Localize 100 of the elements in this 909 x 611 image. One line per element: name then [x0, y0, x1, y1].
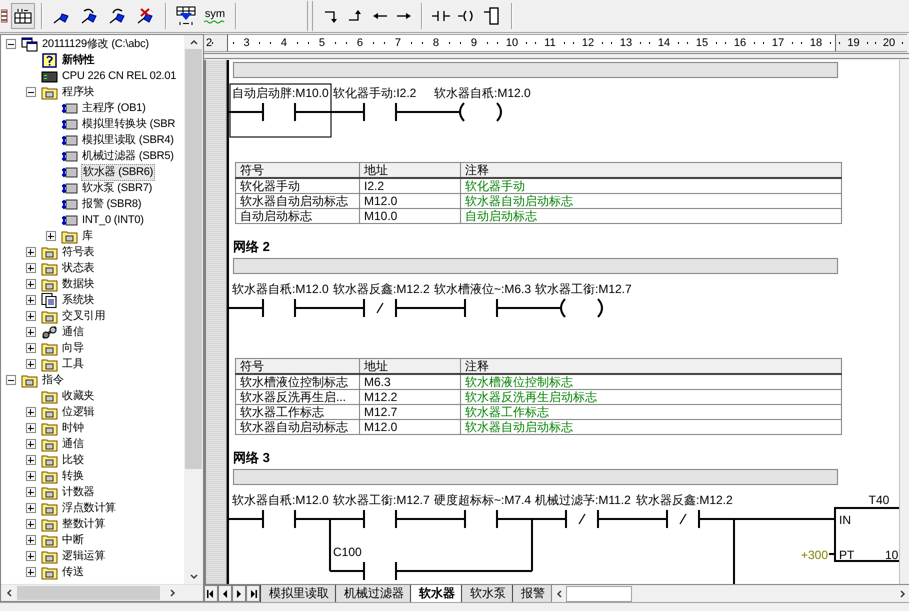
expand-toggle[interactable] [26, 407, 36, 417]
vertical-scrollbar[interactable] [899, 60, 909, 584]
rung-wire [829, 553, 835, 555]
next-sheet-button[interactable] [232, 585, 246, 602]
block-icon [61, 196, 78, 212]
tree-item[interactable]: 20111129修改 (C:\abc) [41, 36, 150, 52]
tree-item[interactable]: 整数计算 [61, 516, 106, 532]
ruler-number: 14 [658, 37, 670, 49]
toolbar-button[interactable] [11, 3, 35, 29]
tree-item[interactable]: 机械过滤器 (SBR5) [81, 148, 175, 164]
previous-sheet-button[interactable] [218, 585, 232, 602]
tree-item[interactable]: 程序块 [61, 84, 96, 100]
expand-toggle[interactable] [26, 551, 36, 561]
expand-toggle[interactable] [46, 231, 56, 241]
tree-item[interactable]: 比较 [61, 452, 85, 468]
table-cell: 软化器手动 [460, 178, 842, 194]
tree-item[interactable]: 软水器 (SBR6) [81, 164, 156, 180]
timer-box[interactable] [834, 507, 899, 562]
expand-toggle[interactable] [26, 247, 36, 257]
tree-item[interactable]: 通信 [61, 324, 85, 340]
plug-icon [41, 324, 58, 340]
tree-item[interactable]: 模拟里读取 (SBR4) [81, 132, 175, 148]
tree-item[interactable]: 收藏夹 [61, 388, 96, 404]
sheet-tab[interactable]: 软水泵 [461, 585, 512, 602]
expand-toggle[interactable] [26, 567, 36, 577]
folder-icon [41, 516, 58, 532]
tree-item[interactable]: 主程序 (OB1) [81, 100, 147, 116]
tree-item[interactable]: 状态表 [61, 260, 96, 276]
tree-item[interactable]: 模拟里转换块 (SBR [81, 116, 176, 132]
block-icon [61, 180, 78, 196]
operand-label: 软水槽液位~:M6.3 [434, 282, 532, 296]
expand-toggle[interactable] [26, 311, 36, 321]
tree-item[interactable]: 系统块 [61, 292, 96, 308]
tree-item[interactable]: 时钟 [61, 420, 85, 436]
sheet-tab[interactable]: 报警 [512, 585, 551, 602]
expand-toggle[interactable] [6, 39, 16, 49]
ruler-number: 11 [544, 37, 556, 49]
expand-toggle[interactable] [26, 455, 36, 465]
tree-item[interactable]: 浮点数计算 [61, 500, 118, 516]
expand-toggle[interactable] [26, 535, 36, 545]
tree-item[interactable]: 逻辑运算 [61, 548, 106, 564]
tree-item[interactable]: 工具 [61, 356, 85, 372]
sheet-tab[interactable]: 模拟里读取 [260, 585, 335, 602]
normally-closed-contact[interactable] [565, 510, 599, 528]
normally-open-contact[interactable] [363, 103, 397, 121]
tree-item[interactable]: 指令 [41, 372, 65, 388]
expand-toggle[interactable] [26, 327, 36, 337]
tree-item[interactable]: 软水泵 (SBR7) [81, 180, 154, 196]
sheet-tab[interactable]: 机械过滤器 [335, 585, 410, 602]
tree-item[interactable]: 交叉引用 [61, 308, 106, 324]
normally-closed-contact[interactable] [666, 510, 700, 528]
expand-toggle[interactable] [26, 487, 36, 497]
expand-toggle[interactable] [26, 279, 36, 289]
expand-toggle[interactable] [26, 471, 36, 481]
normally-open-contact[interactable] [464, 510, 498, 528]
normally-open-contact[interactable] [262, 510, 296, 528]
tree-item[interactable]: 计数器 [61, 484, 96, 500]
tree-item[interactable]: INT_0 (INT0) [81, 212, 145, 228]
normally-open-contact[interactable] [262, 299, 296, 317]
first-sheet-button[interactable] [204, 585, 218, 602]
expand-toggle[interactable] [26, 295, 36, 305]
expand-toggle[interactable] [26, 359, 36, 369]
cpu-icon [41, 68, 58, 84]
tree-item[interactable]: CPU 226 CN REL 02.01 [61, 68, 178, 84]
expand-toggle[interactable] [26, 439, 36, 449]
sheet-tab[interactable]: 软水器 [410, 585, 461, 602]
expand-toggle[interactable] [26, 263, 36, 273]
ruler-number: 13 [620, 37, 632, 49]
column-header: 注释 [460, 358, 842, 374]
normally-open-contact[interactable] [230, 84, 332, 138]
coil[interactable] [459, 102, 502, 122]
tree-item[interactable]: 传送 [61, 564, 85, 580]
normally-open-contact[interactable] [363, 510, 397, 528]
expand-toggle[interactable] [26, 423, 36, 433]
expand-toggle[interactable] [26, 503, 36, 513]
tree-item[interactable]: 中断 [61, 532, 85, 548]
expand-toggle[interactable] [26, 87, 36, 97]
block-icon [61, 164, 78, 180]
tree-item[interactable]: 库 [81, 228, 94, 244]
tree-item[interactable]: 符号表 [61, 244, 96, 260]
coil[interactable] [560, 298, 603, 318]
tree-item[interactable]: 数据块 [61, 276, 96, 292]
folder-icon [41, 468, 58, 484]
tree-item[interactable]: 通信 [61, 436, 85, 452]
expand-toggle[interactable] [26, 519, 36, 529]
normally-open-contact[interactable] [464, 299, 498, 317]
operand-label: 软水器自秖:M12.0 [232, 493, 329, 507]
vertical-scrollbar[interactable] [184, 35, 203, 584]
tree-item[interactable]: 报警 (SBR8) [81, 196, 142, 212]
last-sheet-button[interactable] [246, 585, 260, 602]
tree-item[interactable]: 位逻辑 [61, 404, 96, 420]
tree-item[interactable]: 向导 [61, 340, 85, 356]
normally-open-contact[interactable] [363, 562, 397, 580]
expand-toggle[interactable] [6, 375, 16, 385]
expand-toggle[interactable] [26, 343, 36, 353]
normally-closed-contact[interactable] [363, 299, 397, 317]
ruler-number: 15 [696, 37, 708, 49]
tree-item[interactable]: 新特性 [61, 52, 96, 68]
symbol-button[interactable]: sym [201, 3, 229, 29]
tree-item[interactable]: 转换 [61, 468, 85, 484]
